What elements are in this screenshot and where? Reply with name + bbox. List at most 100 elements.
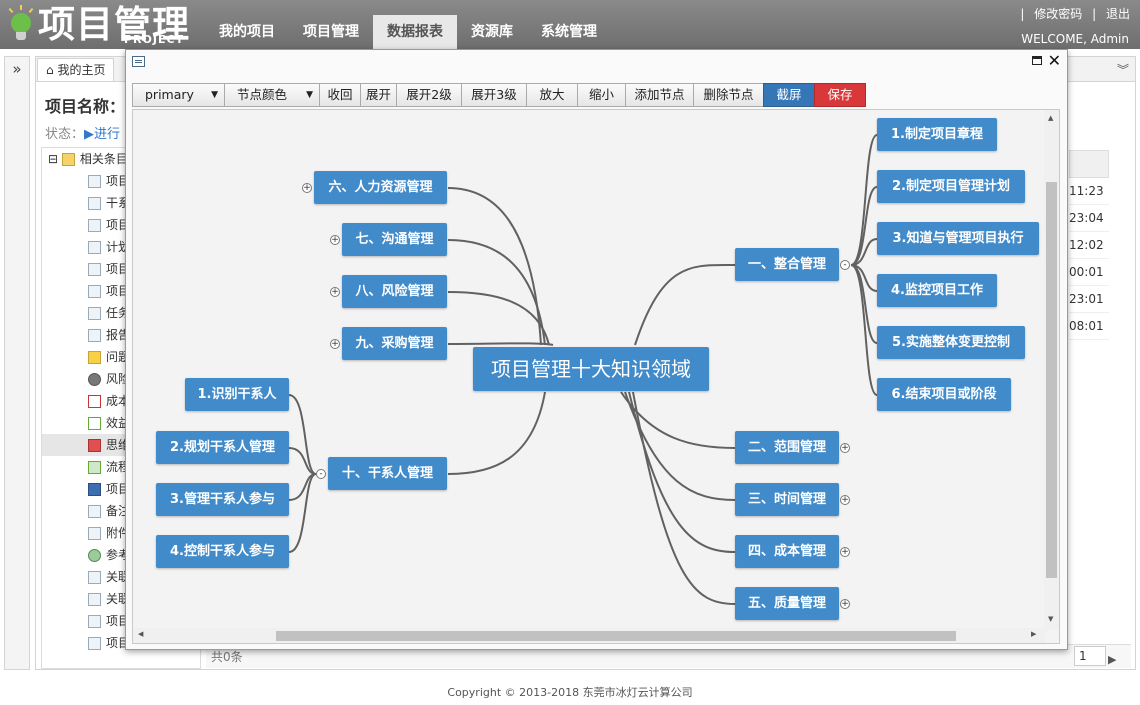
go-arrow-icon[interactable]: ▶	[1108, 648, 1116, 672]
nav-data-reports[interactable]: 数据报表	[373, 15, 457, 49]
folder-icon	[61, 153, 75, 166]
account-links: | 修改密码 | 退出	[1014, 5, 1130, 22]
mindmap-node-stk-2[interactable]: 2.规划干系人管理	[156, 431, 289, 464]
flow-icon	[88, 461, 101, 474]
mindmap-node-risk[interactable]: 八、风险管理	[342, 275, 447, 308]
connector	[288, 394, 317, 475]
mindmap-canvas[interactable]: 项目管理十大知识领域 一、整合管理 - 1.制定项目章程 2.制定项目管理计划 …	[132, 109, 1060, 644]
vertical-scroll-thumb[interactable]	[1046, 182, 1057, 578]
mindmap-node-stk-4[interactable]: 4.控制干系人参与	[156, 535, 289, 568]
mindmap-node-integration[interactable]: 一、整合管理	[735, 248, 839, 281]
mindmap-node-int-1[interactable]: 1.制定项目章程	[877, 118, 997, 151]
add-node-button[interactable]: 添加节点	[625, 83, 694, 107]
mindmap-icon	[88, 439, 101, 452]
expand-level2-button[interactable]: 展开2级	[396, 83, 462, 107]
project-name-label: 项目名称：	[45, 97, 126, 116]
mindmap-node-stk-3[interactable]: 3.管理干系人参与	[156, 483, 289, 516]
nav-my-projects[interactable]: 我的项目	[205, 15, 289, 49]
expand-toggle-icon[interactable]: +	[302, 183, 312, 193]
user-icon	[88, 285, 101, 298]
nav-resource-library[interactable]: 资源库	[457, 15, 527, 49]
mindmap-node-int-5[interactable]: 5.实施整体变更控制	[877, 326, 1025, 359]
screenshot-button[interactable]: 截屏	[763, 83, 815, 107]
double-chevron-right-icon[interactable]: »	[5, 60, 29, 78]
collapse-button[interactable]: 收回	[319, 83, 361, 107]
connector	[850, 264, 878, 396]
change-password-link[interactable]: 修改密码	[1034, 7, 1082, 21]
logout-link[interactable]: 退出	[1106, 7, 1130, 21]
mindmap-node-quality[interactable]: 五、质量管理	[735, 587, 839, 620]
dialog-titlebar[interactable]: ✕	[126, 50, 1067, 75]
vertical-scrollbar[interactable]: ▲ ▼	[1044, 110, 1059, 630]
mindmap-node-stakeholder[interactable]: 十、干系人管理	[328, 457, 447, 490]
footer-copyright: Copyright © 2013-2018 东莞市冰灯云计算公司	[447, 686, 693, 699]
mindmap-node-int-3[interactable]: 3.知道与管理项目执行	[877, 222, 1039, 255]
theme-select[interactable]: primary ▼	[132, 83, 225, 107]
mindmap-node-scope[interactable]: 二、范围管理	[735, 431, 839, 464]
connector	[850, 134, 878, 266]
yen-icon	[88, 395, 101, 408]
nav-system-management[interactable]: 系统管理	[527, 15, 611, 49]
expand-toggle-icon[interactable]: +	[840, 547, 850, 557]
grid-cell: 11:23	[1069, 178, 1109, 205]
sidebar-collapse-bar[interactable]: »	[4, 56, 30, 670]
maximize-icon[interactable]	[1032, 56, 1042, 65]
doc-icon	[88, 175, 101, 188]
bomb-icon	[88, 373, 101, 386]
mindmap-toolbar: primary ▼ 节点颜色 ▼ 收回 展开 展开2级 展开3级 放大 缩小 添加节…	[132, 83, 866, 107]
collapse-toggle-icon[interactable]: -	[840, 260, 850, 270]
task-icon	[88, 307, 101, 320]
close-icon[interactable]: ✕	[1048, 51, 1061, 71]
expand-toggle-icon[interactable]: +	[840, 599, 850, 609]
expand-toggle-icon[interactable]: +	[330, 339, 340, 349]
chart-icon	[88, 571, 101, 584]
mindmap-node-procurement[interactable]: 九、采购管理	[342, 327, 447, 360]
mindmap-node-communication[interactable]: 七、沟通管理	[342, 223, 447, 256]
scroll-right-icon[interactable]: ▶	[1031, 630, 1036, 638]
expand-button[interactable]: 展开	[360, 83, 397, 107]
mindmap-root-node[interactable]: 项目管理十大知识领域	[473, 347, 709, 391]
expand-toggle-icon[interactable]: +	[330, 235, 340, 245]
scroll-down-icon[interactable]: ▼	[1048, 615, 1053, 623]
connector	[288, 473, 317, 553]
connector	[447, 342, 554, 346]
connector	[447, 391, 546, 475]
zoom-in-button[interactable]: 放大	[526, 83, 578, 107]
node-color-select[interactable]: 节点颜色 ▼	[224, 83, 320, 107]
chat-icon	[88, 615, 101, 628]
scroll-left-icon[interactable]: ◀	[138, 630, 143, 638]
logo-subtitle: PROJECT	[124, 33, 185, 46]
page-number-input[interactable]: 1	[1074, 646, 1106, 666]
mindmap-node-time[interactable]: 三、时间管理	[735, 483, 839, 516]
connector	[447, 187, 542, 346]
expand-toggle-icon[interactable]: +	[840, 443, 850, 453]
lightbulb-icon	[6, 5, 36, 45]
delete-node-button[interactable]: 删除节点	[693, 83, 764, 107]
horizontal-scroll-thumb[interactable]	[276, 631, 956, 641]
grid-header	[1069, 150, 1109, 178]
nav-project-management[interactable]: 项目管理	[289, 15, 373, 49]
chevron-down-icon[interactable]: ︾	[1117, 61, 1129, 78]
horizontal-scrollbar[interactable]: ◀ ▶	[133, 628, 1046, 643]
connector	[624, 391, 736, 501]
mindmap-node-int-2[interactable]: 2.制定项目管理计划	[877, 170, 1025, 203]
expand-level3-button[interactable]: 展开3级	[461, 83, 527, 107]
mindmap-node-cost[interactable]: 四、成本管理	[735, 535, 839, 568]
mindmap-node-hr[interactable]: 六、人力资源管理	[314, 171, 447, 204]
top-header: 项目管理 PROJECT 我的项目 项目管理 数据报表 资源库 系统管理 | 修…	[0, 0, 1140, 49]
calendar-icon	[88, 219, 101, 232]
save-button[interactable]: 保存	[814, 83, 866, 107]
mindmap-dialog: ✕ primary ▼ 节点颜色 ▼ 收回 展开 展开2级 展开3级 放大 缩小 添…	[125, 49, 1068, 650]
tab-home[interactable]: ⌂ 我的主页	[37, 58, 115, 81]
expand-toggle-icon[interactable]: +	[330, 287, 340, 297]
mindmap-node-stk-1[interactable]: 1.识别干系人	[185, 378, 289, 411]
expand-toggle-icon[interactable]: +	[840, 495, 850, 505]
mindmap-node-int-4[interactable]: 4.监控项目工作	[877, 274, 997, 307]
globe-icon	[88, 263, 101, 276]
zoom-out-button[interactable]: 缩小	[577, 83, 626, 107]
mindmap-node-int-6[interactable]: 6.结束项目或阶段	[877, 378, 1011, 411]
separator: |	[1020, 7, 1025, 21]
collapse-toggle-icon[interactable]: -	[316, 469, 326, 479]
list-icon	[88, 241, 101, 254]
scroll-up-icon[interactable]: ▲	[1048, 114, 1053, 122]
